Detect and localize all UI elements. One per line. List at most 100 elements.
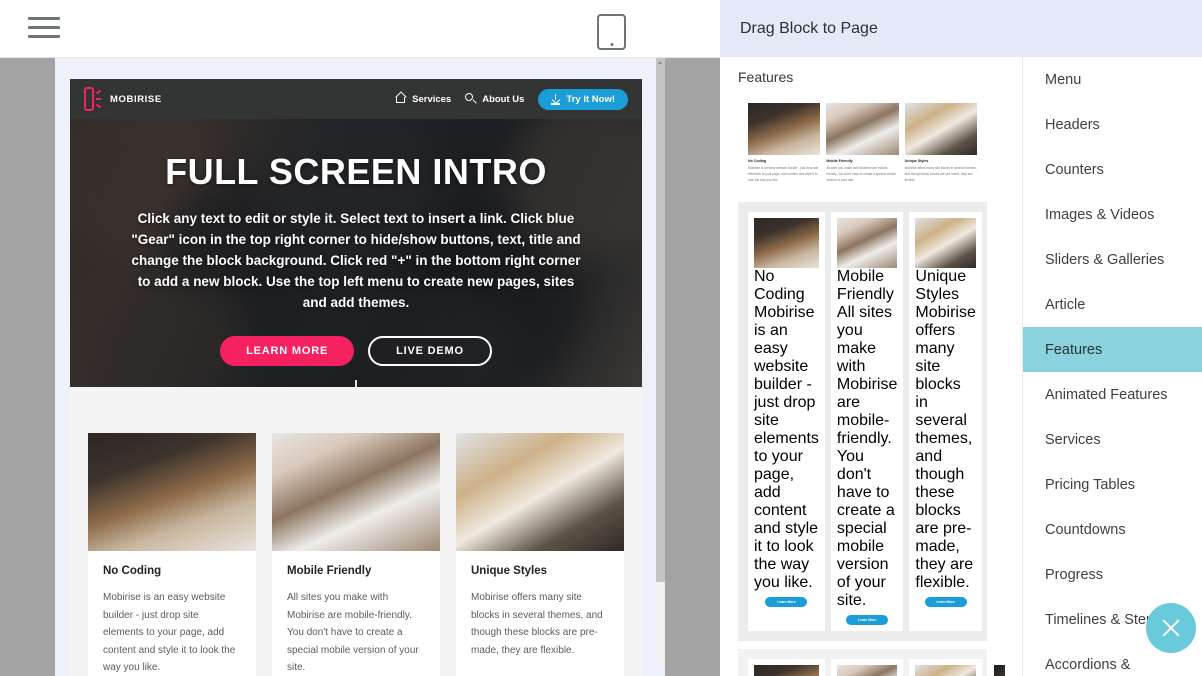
block-column-text: All sites you make with Mobirise are mob…	[826, 166, 896, 183]
block-column-image	[836, 218, 898, 269]
mobirise-editor: MOBIRISE Services About Us Try It Now! F…	[0, 0, 1202, 676]
canvas-dim-overlay-left	[0, 57, 55, 676]
feature-title: No Coding	[103, 565, 162, 577]
home-icon	[396, 94, 407, 104]
block-drawer: Drag Block to Page Features No Coding Mo…	[720, 0, 1202, 676]
feature-card: Unique Styles Mobirise offers many site …	[456, 433, 624, 676]
try-it-now-button[interactable]: Try It Now!	[538, 88, 628, 110]
category-item-features[interactable]: Features	[1023, 327, 1202, 372]
block-column-image	[904, 103, 977, 155]
block-column-image	[915, 218, 976, 269]
block-column-text: All sites you make with Mobirise are mob…	[836, 304, 898, 610]
block-column-button: Learn More	[765, 597, 808, 608]
hero-buttons: LEARN MORE LIVE DEMO	[106, 335, 606, 366]
category-list[interactable]: Menu Headers Counters Images & Videos Sl…	[1022, 57, 1202, 676]
feature-title: Mobile Friendly	[287, 565, 372, 577]
hero-live-demo-button[interactable]: LIVE DEMO	[368, 335, 492, 366]
category-item-pricing-tables[interactable]: Pricing Tables	[1023, 462, 1202, 507]
nav-link-services[interactable]: Services	[396, 94, 451, 105]
drawer-title: Drag Block to Page	[740, 19, 878, 37]
hero-learn-more-button[interactable]: LEARN MORE	[220, 335, 355, 366]
features-block[interactable]: No Coding Mobirise is an easy website bu…	[70, 387, 642, 676]
block-column-text: Mobirise offers many site blocks in seve…	[904, 166, 977, 183]
block-thumbnail[interactable]: No Coding Mobirise is an easy website bu…	[738, 202, 987, 642]
block-column-title: No Coding	[748, 159, 767, 163]
feature-title: Unique Styles	[471, 565, 548, 577]
block-column-image	[826, 103, 899, 155]
brand-name: MOBIRISE	[110, 93, 162, 105]
block-column-image	[836, 665, 898, 676]
hamburger-line	[28, 26, 60, 29]
block-column-image	[915, 665, 976, 676]
block-column: Unique Styles Mobirise offers many site …	[909, 212, 982, 632]
canvas-scroll-up-arrow-icon[interactable]	[656, 58, 665, 67]
feature-card: Mobile Friendly All sites you make with …	[272, 433, 440, 676]
canvas-scrollbar[interactable]	[656, 58, 665, 662]
block-column: Mobile Friendly All sites you make with …	[826, 103, 899, 184]
block-column-text: Mobirise offers many site blocks in seve…	[915, 304, 976, 592]
category-item-images-videos[interactable]: Images & Videos	[1023, 192, 1202, 237]
menu-toggle-button[interactable]	[28, 17, 60, 40]
nav-link-about-us[interactable]: About Us	[465, 93, 524, 105]
hero-text: Click any text to edit or style it. Sele…	[131, 211, 581, 310]
block-column-title: No Coding	[754, 268, 805, 304]
block-column-text: Mobirise is an easy website builder - ju…	[754, 304, 819, 592]
nav-label: Services	[412, 93, 452, 105]
category-item-headers[interactable]: Headers	[1023, 102, 1202, 147]
category-item-services[interactable]: Services	[1023, 417, 1202, 462]
hero-title: FULL SCREEN INTRO	[165, 151, 547, 192]
site-preview: MOBIRISE Services About Us Try It Now! F…	[70, 79, 642, 676]
category-item-menu[interactable]: Menu	[1023, 57, 1202, 102]
block-thumbnail[interactable]: No Coding Mobirise is an easy website bu…	[738, 93, 987, 195]
search-icon	[465, 93, 477, 105]
block-column-title: Mobile Friendly	[826, 159, 853, 163]
site-nav-links: Services About Us Try It Now!	[396, 88, 628, 110]
feature-image	[456, 433, 624, 551]
block-column-title: Unique Styles	[904, 159, 929, 163]
drawer-header: Drag Block to Page	[720, 0, 1202, 57]
category-item-animated-features[interactable]: Animated Features	[1023, 372, 1202, 417]
feature-text: Mobirise is an easy website builder - ju…	[103, 592, 236, 673]
nav-label: About Us	[482, 93, 525, 105]
category-item-progress[interactable]: Progress	[1023, 552, 1202, 597]
block-thumbnail[interactable]: No Coding Mobirise is an easy website bu…	[738, 649, 1005, 676]
block-column: Unique Styles Mobirise offers many site …	[909, 659, 982, 676]
mobile-home-dot	[610, 43, 613, 46]
block-column-title: Unique Styles	[915, 268, 967, 304]
category-item-counters[interactable]: Counters	[1023, 147, 1202, 192]
hero-content: FULL SCREEN INTRO Click any text to edit…	[70, 119, 642, 366]
feature-text: Mobirise offers many site blocks in seve…	[471, 592, 603, 656]
editor-toolbar	[0, 0, 720, 58]
block-column-image	[754, 665, 819, 676]
canvas-dim-overlay-right	[665, 57, 720, 676]
block-column-title: Mobile Friendly	[836, 268, 894, 304]
mobirise-logo-icon	[84, 86, 103, 112]
category-item-countdowns[interactable]: Countdowns	[1023, 507, 1202, 552]
mobile-view-toggle-icon[interactable]	[597, 14, 626, 50]
block-column-image	[993, 665, 1005, 676]
block-column-image	[748, 103, 821, 155]
block-column-button: Learn More	[924, 597, 967, 608]
blocks-category-heading: Features	[738, 69, 794, 85]
scroll-down-arrow-icon[interactable]	[348, 379, 364, 387]
feature-card: No Coding Mobirise is an easy website bu…	[88, 433, 256, 676]
block-column: No Coding Mobirise is an easy website bu…	[748, 103, 821, 184]
block-column-text: Mobirise is an easy website builder - ju…	[748, 166, 819, 183]
block-column: No Coding Mobirise is an easy website bu…	[748, 659, 825, 676]
block-column: Unlimited Sites Mobirise gives you the f…	[987, 659, 1005, 676]
block-column: Mobile Friendly All sites you make with …	[830, 659, 904, 676]
feature-text: All sites you make with Mobirise are mob…	[287, 592, 419, 673]
block-column-image	[754, 218, 819, 269]
category-item-sliders-galleries[interactable]: Sliders & Galleries	[1023, 237, 1202, 282]
block-column: No Coding Mobirise is an easy website bu…	[748, 212, 825, 632]
block-column: Mobile Friendly All sites you make with …	[830, 212, 904, 632]
feature-image	[88, 433, 256, 551]
download-icon	[551, 93, 561, 105]
close-drawer-button[interactable]	[1146, 603, 1196, 653]
category-item-article[interactable]: Article	[1023, 282, 1202, 327]
canvas-scrollbar-thumb[interactable]	[656, 58, 665, 582]
blocks-panel[interactable]: Features No Coding Mobirise is an easy w…	[720, 57, 1005, 676]
page-canvas[interactable]: MOBIRISE Services About Us Try It Now! F…	[0, 57, 720, 676]
hero-block[interactable]: FULL SCREEN INTRO Click any text to edit…	[70, 119, 642, 387]
site-brand[interactable]: MOBIRISE	[84, 86, 162, 112]
